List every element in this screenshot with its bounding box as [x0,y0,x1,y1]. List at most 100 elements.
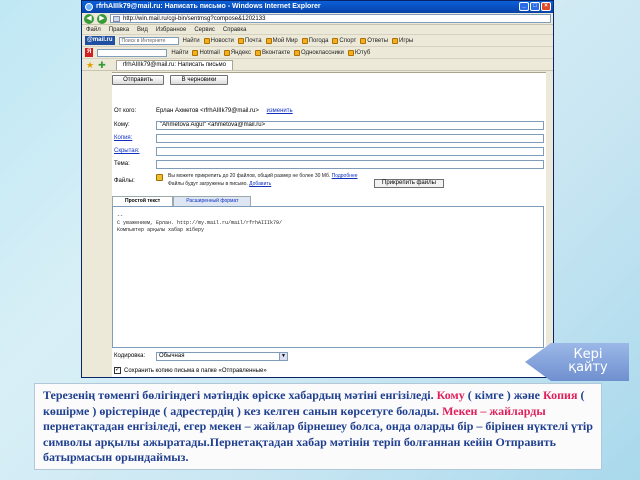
files-info: Вы можете прикрепить до 20 файлов, общий… [168,173,358,179]
menu-file[interactable]: Файл [86,25,101,34]
toolbar-item-label: Мой Мир [272,37,298,44]
cc-field[interactable] [156,134,544,143]
to-field[interactable]: "Ahmetova Aigul" <ahmetova@mail.ru> [156,121,544,130]
window-title: rfrhAIIIk79@mail.ru: Написать письмо - W… [96,3,321,10]
toolbar-item-sport[interactable]: Спорт [332,37,357,44]
bcc-field[interactable] [156,147,544,156]
toolbar-item-games[interactable]: Игры [392,37,414,44]
toolbar-item-weather[interactable]: Погода [301,37,329,44]
menu-bar: Файл Правка Вид Избранное Сервис Справка [82,25,553,35]
body-line: С уважением, Ерлан. http://my.mail.ru/ma… [117,220,283,226]
menu-view[interactable]: Вид [137,25,148,34]
vk-icon [254,49,261,56]
mail-toolbar: @mail.ru Поиск в Интернете Найти Новости… [82,35,553,47]
answers-icon [360,37,367,44]
compose-page: Отправить В черновики От кого: Ерлан Ахм… [112,72,546,377]
toolbar2-label: Яндекс [230,49,251,56]
caption-text-2: ( кімге ) және [467,388,541,402]
subject-field[interactable] [156,160,544,169]
toolbar2-vk[interactable]: Вконтакте [254,49,291,56]
browser-window: rfrhAIIIk79@mail.ru: Написать письмо - W… [81,0,554,378]
change-sender-link[interactable]: изменить [267,108,293,114]
cc-label[interactable]: Копия: [114,135,132,141]
save-draft-button[interactable]: В черновики [170,75,228,85]
favorites-star-icon[interactable]: ★ [86,60,94,70]
toolbar-item-label: Спорт [339,37,357,44]
encoding-label: Кодировка: [114,353,146,359]
caption-text-4: пернетақтадан енгізіледі, егер мекен – ж… [43,419,593,465]
tab-plain-text[interactable]: Простой текст [112,196,174,206]
encoding-select[interactable]: Обычная ▼ [156,352,288,361]
bcc-label[interactable]: Скрытая: [114,148,140,154]
yandex-logo[interactable]: Я [85,48,94,57]
people-icon [265,37,272,44]
minimize-icon[interactable]: _ [519,2,529,11]
menu-edit[interactable]: Правка [109,25,129,34]
encoding-value: Обычная [159,353,185,359]
games-icon [392,37,399,44]
toolbar2-yandex[interactable]: Яндекс [223,49,251,56]
caption-kimge: Кому [436,388,465,402]
forward-arrow-icon[interactable]: ▶ [97,13,107,24]
toolbar2-hotmail[interactable]: Hotmail [192,49,220,56]
mail-logo[interactable]: @mail.ru [85,36,115,45]
menu-favorites[interactable]: Избранное [156,25,186,34]
files-info-text: Вы можете прикрепить до 20 файлов, общий… [168,173,331,179]
close-icon[interactable]: × [541,2,551,11]
caption-text-1: Терезенің төменгі бөлігіндегі мәтіндік ө… [43,388,434,402]
menu-help[interactable]: Справка [223,25,247,34]
files-label: Файлы: [114,178,135,184]
toolbar-item-answers[interactable]: Ответы [360,37,389,44]
from-label: От кого: [114,108,137,114]
save-copy-label: Сохранить копию письма в папке «Отправле… [124,367,267,374]
toolbar2-find[interactable]: Найти [171,50,188,56]
toolbar-item-myworld[interactable]: Мой Мир [265,37,298,44]
toolbar2-youtube[interactable]: Ютуб [347,49,370,56]
yandex-search-input[interactable] [97,48,168,57]
attach-files-button[interactable]: Прикрепить файлы [374,179,444,188]
window-controls: _ □ × [519,2,551,11]
caption-mekenter: Мекен – жайларды [442,403,546,418]
subject-label: Тема: [114,161,130,167]
youtube-icon [347,49,354,56]
address-bar[interactable]: http://win.mail.ru/cgi-bin/sentmsg?compo… [110,14,551,23]
add-favorites-icon[interactable]: ✚ [98,60,106,70]
menu-tools[interactable]: Сервис [194,25,215,34]
toolbar2-label: Найти [171,49,189,56]
toolbar-item-label: Погода [308,37,329,44]
chevron-down-icon: ▼ [279,353,287,360]
maximize-icon[interactable]: □ [530,2,540,11]
toolbar-item-news[interactable]: Новости [203,37,234,44]
files-add-link[interactable]: Добавить [249,181,271,187]
attachment-icon [156,174,163,181]
files-more-link[interactable]: Подробнее [332,173,358,179]
body-line: -- [117,213,124,219]
toolbar-search-button[interactable]: Найти [183,38,200,44]
tab-row: ★ ✚ rfrhAIIIk79@mail.ru: Написать письмо [82,59,553,71]
message-body[interactable]: -- С уважением, Ерлан. http://my.mail.ru… [112,206,544,348]
hotmail-icon [192,49,199,56]
files-info-text-2: Файлы будут загружены в письмо. [168,181,248,187]
save-copy-checkbox[interactable]: ✓ [114,367,121,374]
toolbar-item-label: Ответы [367,37,389,44]
title-bar: rfrhAIIIk79@mail.ru: Написать письмо - W… [82,1,553,13]
sport-icon [332,37,339,44]
toolbar2-label: Вконтакте [261,49,291,56]
toolbar-item-mail[interactable]: Почта [237,37,262,44]
toolbar2-label: Одноклассники [301,49,344,56]
send-button[interactable]: Отправить [112,75,164,85]
toolbar-item-label: Игры [399,37,414,44]
to-label: Кому: [114,122,130,128]
back-arrow-icon[interactable]: ◀ [84,13,94,24]
weather-icon [301,37,308,44]
browser-tab[interactable]: rfrhAIIIk79@mail.ru: Написать письмо [115,59,233,70]
from-address: Ерлан Ахметов <rfrhAIIIk79@mail.ru> [156,108,259,114]
search-toolbar: Я Найти Hotmail Яндекс Вконтакте Однокла… [82,47,553,59]
toolbar-search-input[interactable]: Поиск в Интернете [118,36,179,45]
toolbar-item-label: Почта [244,37,262,44]
editor-tabs: Простой текст Расширенный формат [112,196,544,206]
page-icon [113,16,120,22]
toolbar2-ok[interactable]: Одноклассники [294,49,344,56]
ok-icon [294,49,301,56]
tab-rich-text[interactable]: Расширенный формат [173,196,252,206]
